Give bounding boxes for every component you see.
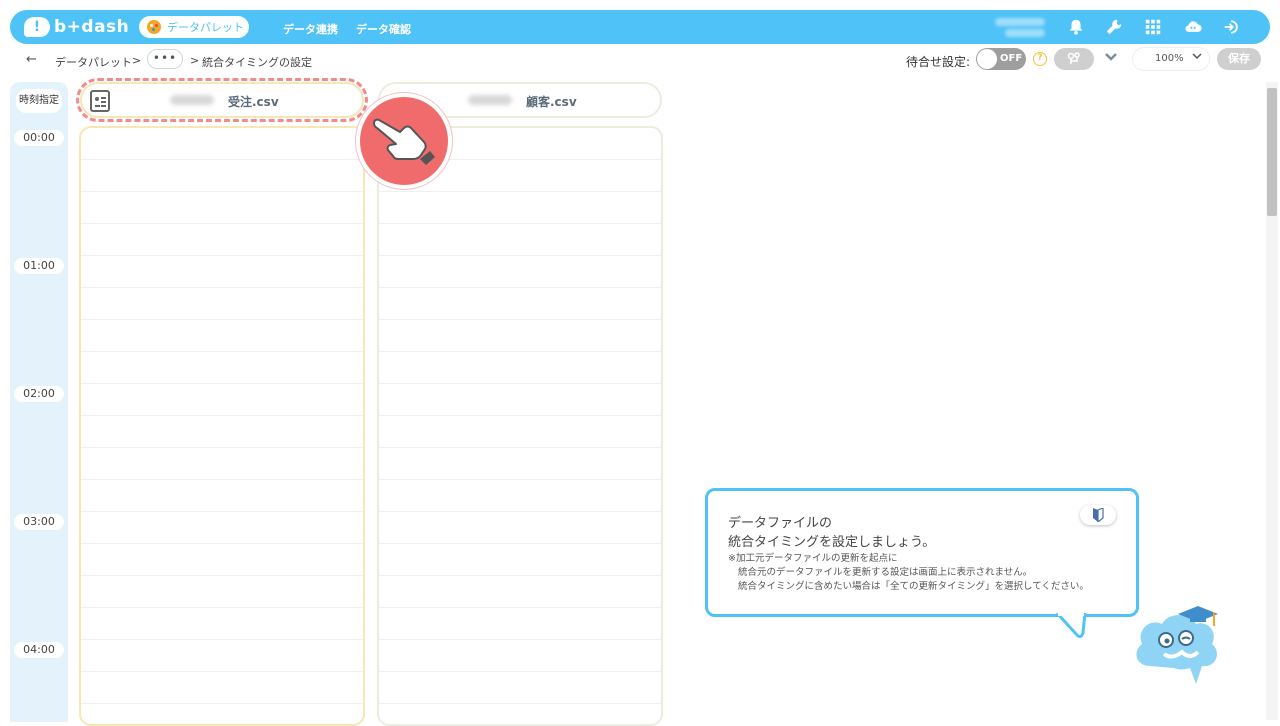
breadcrumb-more-button[interactable]: ••• bbox=[147, 49, 183, 69]
toggle-knob bbox=[977, 49, 997, 69]
grid-icon[interactable] bbox=[1144, 18, 1162, 36]
tooltip-line-1: データファイルの bbox=[728, 516, 833, 531]
file-name: 顧客.csv bbox=[526, 95, 577, 109]
bdash-logo[interactable]: ! b+dash bbox=[24, 16, 129, 38]
node-settings-button[interactable] bbox=[1054, 48, 1094, 70]
logo-bubble-icon: ! bbox=[24, 17, 50, 37]
wait-setting-label: 待合せ設定: bbox=[906, 55, 971, 69]
mascot-character-icon bbox=[1136, 606, 1218, 684]
breadcrumb-data-palette[interactable]: データパレット bbox=[55, 54, 132, 70]
pointing-hand-icon bbox=[356, 93, 452, 189]
time-specify-button[interactable]: 時刻指定 bbox=[16, 89, 62, 113]
blurred-prefix bbox=[468, 95, 512, 105]
file-timeline-orders[interactable] bbox=[79, 126, 365, 726]
time-label: 00:00 bbox=[14, 130, 64, 146]
save-button[interactable]: 保存 bbox=[1217, 48, 1261, 70]
tooltip-note-2: 統合元のデータファイルを更新する設定は画面上に表示されません。 bbox=[738, 567, 1033, 578]
bell-icon[interactable] bbox=[1067, 18, 1085, 36]
chevron-down-icon[interactable] bbox=[1104, 50, 1118, 68]
time-column: 時刻指定 00:00 01:00 02:00 03:00 04:00 bbox=[10, 82, 68, 722]
wrench-icon[interactable] bbox=[1105, 18, 1123, 36]
tooltip-note: ※加工元データファイルの更新を起点に 統合元のデータファイルを更新する設定は画面… bbox=[728, 552, 1089, 594]
back-arrow-icon[interactable]: ← bbox=[26, 52, 37, 67]
time-label: 04:00 bbox=[14, 642, 64, 658]
beginner-mark-icon bbox=[1093, 507, 1104, 524]
time-label: 02:00 bbox=[14, 386, 64, 402]
breadcrumb-current: 統合タイミングの設定 bbox=[202, 56, 312, 69]
breadcrumb-separator: > bbox=[190, 54, 200, 67]
nav-data-link[interactable]: データ連携 bbox=[283, 21, 338, 37]
tooltip-tail bbox=[1055, 613, 1087, 639]
nav-data-palette[interactable]: データパレット bbox=[139, 16, 249, 38]
time-label: 03:00 bbox=[14, 514, 64, 530]
user-info-blurred[interactable] bbox=[995, 15, 1050, 41]
logo-text: b+dash bbox=[54, 17, 130, 37]
time-label: 01:00 bbox=[14, 258, 64, 274]
help-icon[interactable]: ? bbox=[1033, 52, 1047, 66]
breadcrumb-separator: > bbox=[132, 54, 142, 67]
zoom-select[interactable]: 100% bbox=[1133, 48, 1209, 70]
sub-toolbar: ← データパレット > ••• > 統合タイミングの設定 待合せ設定: OFF … bbox=[10, 46, 1270, 74]
nav-data-check[interactable]: データ確認 bbox=[356, 21, 411, 37]
zoom-value: 100% bbox=[1155, 53, 1184, 64]
toggle-state-label: OFF bbox=[1000, 53, 1023, 64]
tooltip-note-1: ※加工元データファイルの更新を起点に bbox=[728, 553, 898, 564]
guide-tooltip: データファイルの 統合タイミングを設定しましょう。 ※加工元データファイルの更新… bbox=[705, 488, 1139, 617]
top-navigation-bar: ! b+dash データパレット データ連携 データ確認 bbox=[10, 10, 1270, 44]
tooltip-line-2: 統合タイミングを設定しましょう。 bbox=[728, 535, 936, 550]
node-settings-icon bbox=[1067, 52, 1080, 64]
scrollbar-thumb[interactable] bbox=[1267, 88, 1277, 216]
logout-icon[interactable] bbox=[1221, 18, 1243, 36]
file-timeline-customers[interactable] bbox=[377, 126, 663, 726]
beginner-mark-button[interactable] bbox=[1080, 505, 1116, 525]
tooltip-title: データファイルの 統合タイミングを設定しましょう。 bbox=[728, 514, 935, 552]
support-cloud-icon[interactable] bbox=[1182, 18, 1204, 36]
highlight-ring bbox=[76, 78, 368, 122]
tooltip-note-3: 統合タイミングに含めたい場合は「全ての更新タイミング」を選択してください。 bbox=[738, 581, 1089, 592]
nav-data-palette-label: データパレット bbox=[167, 21, 244, 34]
chevron-down-icon bbox=[1192, 48, 1202, 70]
wait-setting-toggle[interactable]: OFF bbox=[976, 48, 1026, 70]
palette-icon bbox=[147, 20, 161, 34]
